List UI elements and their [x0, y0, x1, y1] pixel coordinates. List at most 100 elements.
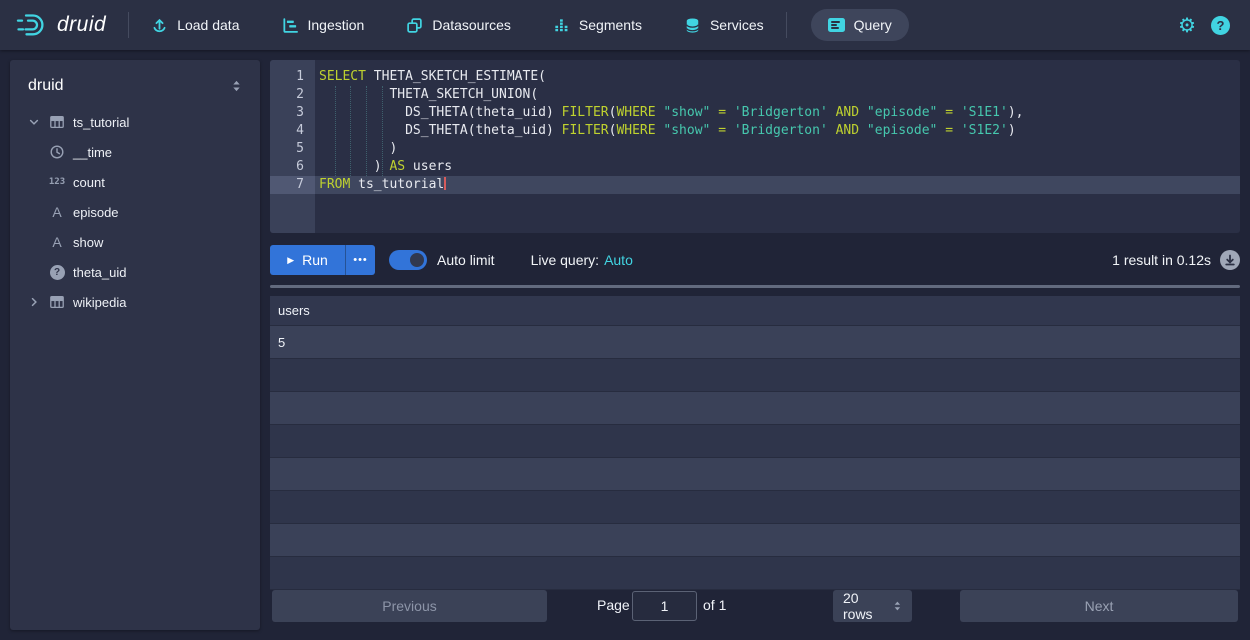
top-navigation-bar: druid Load data Ingestion	[0, 0, 1250, 50]
auto-limit-toggle[interactable]	[389, 250, 427, 270]
code-token: THETA_SKETCH_ESTIMATE(	[366, 69, 546, 84]
code-token: WHERE	[616, 123, 655, 138]
chevron-right-icon[interactable]	[27, 296, 41, 308]
indent-guide	[335, 86, 336, 176]
brand-name: druid	[57, 13, 106, 37]
double-caret-vertical-icon	[891, 599, 904, 613]
code-token: DS_THETA(theta_uid)	[319, 105, 562, 120]
code-token: AND	[836, 123, 859, 138]
next-page-button[interactable]: Next	[960, 590, 1238, 622]
sql-editor[interactable]: 1234567 SELECT THETA_SKETCH_ESTIMATE( TH…	[270, 60, 1240, 233]
code-token	[953, 105, 961, 120]
code-line[interactable]: SELECT THETA_SKETCH_ESTIMATE(	[315, 68, 1240, 86]
sidebar-table-ts-tutorial[interactable]: ts_tutorial	[10, 107, 260, 137]
line-number: 1	[270, 68, 315, 86]
code-token: FROM	[319, 177, 350, 192]
nav-load-data-label: Load data	[177, 17, 239, 33]
sidebar-column-theta-uid[interactable]: ? theta_uid	[10, 257, 260, 287]
live-query-label: Live query:	[531, 252, 599, 268]
rows-per-page-select[interactable]: 20 rows	[833, 590, 912, 622]
play-icon: ▶	[287, 255, 294, 266]
code-line[interactable]: THETA_SKETCH_UNION(	[315, 86, 1240, 104]
line-number: 5	[270, 140, 315, 158]
code-token: "episode"	[867, 123, 937, 138]
empty-row-stripe	[270, 458, 1240, 491]
empty-row-stripe	[270, 392, 1240, 425]
results-body: 5	[270, 326, 1240, 590]
code-token: DS_THETA(theta_uid)	[319, 123, 562, 138]
sidebar-column-time[interactable]: __time	[10, 137, 260, 167]
ingestion-chart-icon	[282, 17, 299, 34]
column-name: theta_uid	[73, 265, 127, 280]
code-token: =	[718, 105, 726, 120]
header-divider-2	[786, 12, 787, 38]
sidebar-table-wikipedia[interactable]: wikipedia	[10, 287, 260, 317]
code-token: )	[319, 141, 397, 156]
sidebar-column-episode[interactable]: A episode	[10, 197, 260, 227]
code-line[interactable]: DS_THETA(theta_uid) FILTER(WHERE "show" …	[315, 122, 1240, 140]
code-token: "show"	[663, 123, 710, 138]
code-token: 'Bridgerton'	[734, 105, 828, 120]
table-row[interactable]: 5	[270, 326, 1240, 359]
run-button-group: ▶ Run •••	[270, 245, 375, 275]
result-count-text: 1 result in 0.12s	[1112, 252, 1211, 268]
table-cell[interactable]: 5	[270, 335, 285, 350]
code-line[interactable]: DS_THETA(theta_uid) FILTER(WHERE "show" …	[315, 104, 1240, 122]
more-icon: •••	[353, 254, 368, 266]
druid-logo-icon	[16, 11, 50, 39]
sidebar-column-count[interactable]: 123 count	[10, 167, 260, 197]
empty-row-stripe	[270, 524, 1240, 557]
code-token: SELECT	[319, 69, 366, 84]
rows-per-page-value: 20 rows	[843, 590, 891, 622]
nav-ingestion[interactable]: Ingestion	[282, 17, 365, 34]
line-number: 2	[270, 86, 315, 104]
code-token: WHERE	[616, 105, 655, 120]
editor-code[interactable]: SELECT THETA_SKETCH_ESTIMATE( THETA_SKET…	[315, 60, 1240, 233]
schema-name: druid	[28, 77, 64, 95]
code-line[interactable]: ) AS users	[315, 158, 1240, 176]
empty-row-stripe	[270, 359, 1240, 392]
code-token: "episode"	[867, 105, 937, 120]
sidebar-column-show[interactable]: A show	[10, 227, 260, 257]
code-line[interactable]: )	[315, 140, 1240, 158]
code-token: =	[945, 123, 953, 138]
nav-services[interactable]: Services	[684, 17, 764, 34]
empty-row-stripe	[270, 557, 1240, 590]
help-icon[interactable]: ?	[1211, 16, 1230, 35]
indent-guide	[382, 86, 383, 176]
code-token	[859, 123, 867, 138]
code-line[interactable]: FROM ts_tutorial	[315, 176, 1240, 194]
column-header[interactable]: users	[270, 303, 310, 318]
code-token	[726, 105, 734, 120]
nav-segments[interactable]: Segments	[553, 17, 642, 34]
clock-icon	[47, 144, 67, 160]
download-results-icon[interactable]	[1220, 250, 1240, 270]
results-table: users 5	[270, 296, 1240, 590]
column-name: show	[73, 235, 103, 250]
code-token: 'S1E1'	[961, 105, 1008, 120]
previous-page-button[interactable]: Previous	[272, 590, 547, 622]
druid-logo[interactable]: druid	[16, 11, 106, 39]
code-token: ts_tutorial	[350, 177, 444, 192]
run-toolbar: ▶ Run ••• Auto limit Live query:Auto 1 r…	[270, 245, 1240, 275]
live-query-control[interactable]: Live query:Auto	[531, 252, 633, 268]
text-cursor	[444, 177, 446, 190]
complex-type-icon: ?	[47, 265, 67, 280]
nav-query-active[interactable]: Query	[811, 9, 909, 41]
code-token: THETA_SKETCH_UNION(	[319, 87, 538, 102]
chevron-down-icon[interactable]	[27, 116, 41, 128]
header-divider	[128, 12, 129, 38]
panel-separator[interactable]	[270, 285, 1240, 288]
nav-segments-label: Segments	[579, 17, 642, 33]
nav-load-data[interactable]: Load data	[151, 17, 239, 34]
code-token: =	[945, 105, 953, 120]
run-more-options-button[interactable]: •••	[345, 245, 375, 275]
schema-selector[interactable]: druid	[10, 60, 260, 107]
numeric-type-icon: 123	[47, 177, 67, 187]
run-button[interactable]: ▶ Run	[270, 245, 345, 275]
line-number: 6	[270, 158, 315, 176]
nav-datasources[interactable]: Datasources	[406, 17, 511, 34]
settings-gear-icon[interactable]: ⚙	[1178, 15, 1196, 35]
page-number-input[interactable]	[632, 591, 697, 621]
column-name: count	[73, 175, 105, 190]
